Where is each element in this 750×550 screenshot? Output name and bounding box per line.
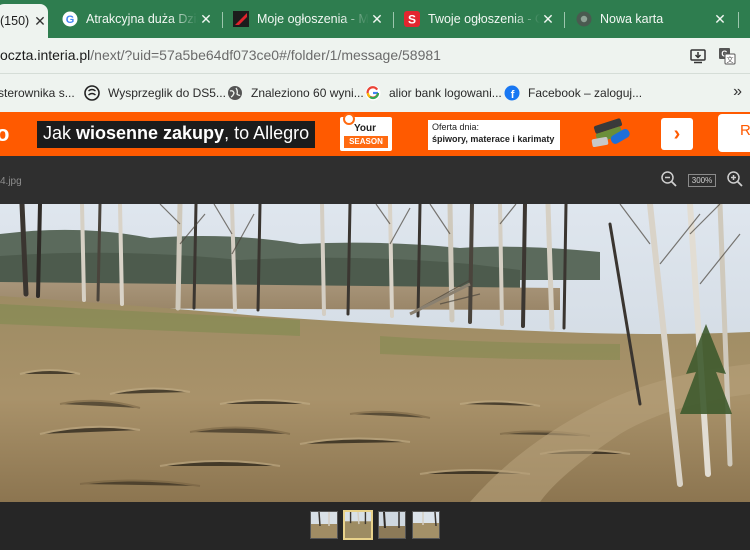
marketplace-icon <box>233 11 249 27</box>
offer-line2: śpiwory, materace i karimaty <box>432 134 555 144</box>
bookmark-label: alior bank logowani... <box>389 86 502 100</box>
allegro-ad-banner[interactable]: o Jak wiosenne zakupy, to Allegro Your S… <box>0 112 750 156</box>
url-path: /next/?uid=57a5be64df073ce0#/folder/1/me… <box>90 47 441 63</box>
url-field[interactable]: oczta.interia.pl/next/?uid=57a5be64df073… <box>0 47 441 63</box>
url-host: oczta.interia.pl <box>0 47 91 63</box>
facebook-icon: f <box>504 85 520 101</box>
tab-close-icon[interactable]: ✕ <box>369 11 385 28</box>
bookmark-label: Facebook – zaloguj... <box>528 86 643 100</box>
tab-close-icon[interactable]: ✕ <box>198 11 214 28</box>
ad-headline-bold: wiosenne zakupy <box>76 123 225 143</box>
bookmark-wysprzeglik[interactable]: Wysprzeglik do DS5... <box>84 84 226 102</box>
tab-close-icon[interactable]: ✕ <box>712 11 728 28</box>
ad-cta-button[interactable]: R <box>718 114 750 152</box>
citroen-ds-icon <box>84 85 100 101</box>
bookmark-alior[interactable]: alior bank logowani... <box>365 84 502 102</box>
google-icon <box>365 85 381 101</box>
install-app-icon[interactable] <box>688 46 708 66</box>
s-brand-icon: S <box>404 11 420 27</box>
thumbnail-2[interactable] <box>343 510 373 540</box>
bookmark-label: Znaleziono 60 wyni... <box>251 86 364 100</box>
tab-title: Nowa karta <box>600 12 664 26</box>
zoom-level: 300% <box>688 174 716 187</box>
svg-text:文: 文 <box>727 55 734 64</box>
bookmark-sterownika[interactable]: sterownika s... <box>0 84 75 102</box>
your-season-badge: Your SEASON <box>340 113 392 151</box>
tab-moje-ogloszenia[interactable]: Moje ogłoszenia - Mi ✕ <box>233 6 385 32</box>
bookmark-label: sterownika s... <box>0 86 75 100</box>
bookmark-znaleziono[interactable]: Znaleziono 60 wyni... <box>227 84 364 102</box>
tab-close-icon[interactable]: ✕ <box>32 13 48 30</box>
tab-poczta[interactable]: (150) ✕ <box>0 4 48 38</box>
tab-separator <box>393 12 394 28</box>
thumbnail-4[interactable] <box>412 511 440 539</box>
tab-title: Atrakcyjna duża Dział <box>86 12 198 26</box>
ad-offer-box: Oferta dnia: śpiwory, materace i karimat… <box>428 120 560 150</box>
globe-icon <box>227 85 243 101</box>
tab-title: (150) <box>0 14 30 28</box>
landscape-photo <box>0 204 750 502</box>
tab-atrakcyjna[interactable]: G Atrakcyjna duża Dział ✕ <box>62 6 214 32</box>
thumbnail-3[interactable] <box>378 511 406 539</box>
browser-window: (150) ✕ G Atrakcyjna duża Dział ✕ Moje o… <box>0 0 750 550</box>
offer-line1: Oferta dnia: <box>432 122 480 132</box>
svg-text:f: f <box>511 89 515 101</box>
thumbnail-1[interactable] <box>310 511 338 539</box>
image-filename: 4.jpg <box>0 176 22 187</box>
bookmarks-bar: sterownika s... Wysprzeglik do DS5... Zn… <box>0 74 750 112</box>
ad-headline: Jak wiosenne zakupy, to Allegro <box>37 121 316 148</box>
tab-separator <box>222 12 223 28</box>
address-bar[interactable]: oczta.interia.pl/next/?uid=57a5be64df073… <box>0 38 750 74</box>
translate-icon[interactable]: G文 <box>717 46 737 66</box>
season-line2: SEASON <box>344 136 388 148</box>
google-icon: G <box>62 11 78 27</box>
viewer-toolbar: 4.jpg 300% <box>0 156 750 204</box>
tab-title: Twoje ogłoszenia - O <box>428 12 540 26</box>
svg-text:S: S <box>408 13 416 27</box>
ad-next-button[interactable]: › <box>661 118 693 150</box>
tab-twoje-ogloszenia[interactable]: S Twoje ogłoszenia - O ✕ <box>404 6 556 32</box>
ad-headline-post: , to Allegro <box>224 123 310 143</box>
thumbnail-strip <box>0 502 750 550</box>
ad-logo-fragment: o <box>0 121 10 146</box>
bookmark-facebook[interactable]: f Facebook – zaloguj... <box>504 84 642 102</box>
season-line1: Your <box>354 123 377 134</box>
bookmark-label: Wysprzeglik do DS5... <box>108 86 226 100</box>
zoom-out-icon[interactable] <box>660 170 678 188</box>
svg-text:G: G <box>66 14 75 26</box>
tab-nowa-karta[interactable]: Nowa karta ✕ <box>576 6 728 32</box>
tab-title: Moje ogłoszenia - Mi <box>257 12 369 26</box>
tab-separator <box>738 12 739 28</box>
image-viewer: 4.jpg 300% <box>0 156 750 550</box>
camping-mats-image <box>590 116 632 152</box>
tab-close-icon[interactable]: ✕ <box>540 11 556 28</box>
chrome-icon <box>576 11 592 27</box>
ad-headline-pre: Jak <box>43 123 77 143</box>
zoom-in-icon[interactable] <box>726 170 744 188</box>
bookmarks-overflow-icon[interactable]: » <box>733 83 742 101</box>
tab-separator <box>564 12 565 28</box>
tab-strip: (150) ✕ G Atrakcyjna duża Dział ✕ Moje o… <box>0 0 750 38</box>
